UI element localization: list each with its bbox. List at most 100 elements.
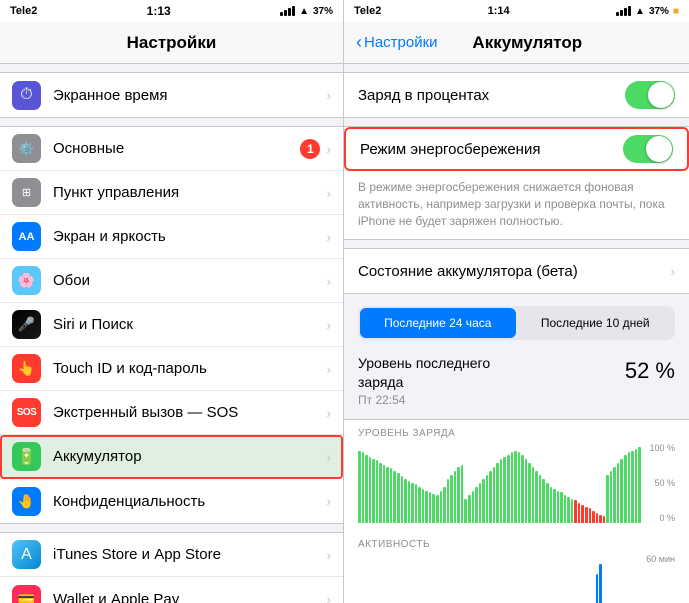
item-general[interactable]: ⚙️ Основные 1 › <box>0 127 343 171</box>
segment-10d[interactable]: Последние 10 дней <box>518 308 674 338</box>
battery-bar <box>457 467 460 523</box>
battery-bar <box>525 459 528 523</box>
wallpaper-label: Обои <box>53 272 326 289</box>
siri-icon: 🎤 <box>12 310 41 339</box>
battery-bar <box>443 487 446 523</box>
battery-label: Аккумулятор <box>53 448 326 465</box>
battery-bar <box>631 451 634 523</box>
toggle-thumb-energy <box>646 136 672 162</box>
settings-list: ⏱ Экранное время › ⚙️ Основные 1 › ⊞ Пун… <box>0 64 343 603</box>
last-charge-value: 52 % <box>625 358 675 384</box>
chevron-cc: › <box>326 185 331 201</box>
general-icon: ⚙️ <box>12 134 41 163</box>
battery-bar <box>454 471 457 523</box>
y-label-50: 50 % <box>643 478 675 488</box>
chevron-privacy: › <box>326 493 331 509</box>
segment-control: Последние 24 часа Последние 10 дней <box>358 306 675 340</box>
battery-bar <box>500 459 503 523</box>
signal-icon <box>280 6 295 16</box>
battery-bar <box>475 487 478 523</box>
battery-bar <box>514 451 517 523</box>
battery-bar <box>479 483 482 523</box>
wallet-icon: 💳 <box>12 585 41 603</box>
battery-bar <box>440 491 443 523</box>
chevron-itunes: › <box>326 547 331 563</box>
section-screen-time: ⏱ Экранное время › <box>0 72 343 118</box>
item-touch-id[interactable]: 👆 Touch ID и код-пароль › <box>0 347 343 391</box>
energy-saving-toggle[interactable] <box>623 135 673 163</box>
battery-bar <box>401 476 404 522</box>
privacy-label: Конфиденциальность <box>53 493 326 510</box>
chevron-display: › <box>326 229 331 245</box>
chevron-siri: › <box>326 317 331 333</box>
battery-bar <box>397 473 400 523</box>
item-sos[interactable]: SOS Экстренный вызов — SOS › <box>0 391 343 435</box>
battery-bars <box>358 443 675 523</box>
last-charge-info: Уровень последнегозаряда Пт 22:54 52 % <box>344 348 689 410</box>
battery-bar <box>521 455 524 523</box>
screen-time-icon: ⏱ <box>12 81 41 110</box>
battery-bar <box>518 452 521 522</box>
item-itunes[interactable]: A iTunes Store и App Store › <box>0 533 343 577</box>
time-left: 1:13 <box>147 4 171 18</box>
energy-description: В режиме энергосбережения снижается фоно… <box>344 171 689 239</box>
battery-state-row[interactable]: Состояние аккумулятора (бета) › <box>344 249 689 293</box>
item-screen-time[interactable]: ⏱ Экранное время › <box>0 73 343 117</box>
item-wallpaper[interactable]: 🌸 Обои › <box>0 259 343 303</box>
segment-24h[interactable]: Последние 24 часа <box>360 308 516 338</box>
battery-bar <box>511 452 514 522</box>
battery-bar <box>493 467 496 523</box>
item-battery[interactable]: 🔋 Аккумулятор › <box>0 435 343 479</box>
carrier-right: Tele2 <box>354 5 381 17</box>
battery-bar <box>379 463 382 523</box>
battery-bar <box>535 471 538 523</box>
charge-percent-label: Заряд в процентах <box>358 87 625 104</box>
activity-chart-section: АКТИВНОСТЬ 60 мин <box>344 531 689 603</box>
back-button[interactable]: ‹ Настройки <box>356 33 438 53</box>
battery-bar <box>599 515 602 523</box>
wifi-icon: ▲ <box>299 6 309 17</box>
battery-bar <box>567 497 570 523</box>
battery-bar <box>606 475 609 523</box>
battery-bar <box>592 511 595 523</box>
battery-bar <box>542 479 545 523</box>
battery-bar <box>489 471 492 523</box>
battery-chart-section: УРОВЕНЬ ЗАРЯДА 100 % 50 % 0 % <box>344 419 689 531</box>
right-panel: Tele2 1:14 ▲ 37% ■ ‹ Настройки Аккумулят… <box>344 0 689 603</box>
sos-icon: SOS <box>12 398 41 427</box>
itunes-icon: A <box>12 540 41 569</box>
energy-section: Режим энергосбережения В режиме энергосб… <box>344 126 689 240</box>
battery-bar <box>425 491 428 523</box>
nav-header-left: Настройки <box>0 22 343 64</box>
item-siri[interactable]: 🎤 Siri и Поиск › <box>0 303 343 347</box>
chevron-sos: › <box>326 405 331 421</box>
battery-bar <box>610 471 613 523</box>
activity-y-label: 60 мин <box>643 554 675 603</box>
battery-bar <box>429 492 432 522</box>
item-display[interactable]: AA Экран и яркость › <box>0 215 343 259</box>
battery-bar <box>624 455 627 523</box>
battery-chart: 100 % 50 % 0 % <box>358 443 675 523</box>
battery-bar <box>404 479 407 523</box>
battery-chart-title: УРОВЕНЬ ЗАРЯДА <box>358 428 675 439</box>
section-stores: A iTunes Store и App Store › 💳 Wallet и … <box>0 532 343 603</box>
activity-bars <box>358 554 675 603</box>
battery-bar <box>571 499 574 523</box>
battery-bar <box>496 463 499 523</box>
battery-bar <box>574 500 577 522</box>
battery-right: 37% <box>649 6 669 17</box>
item-wallet[interactable]: 💳 Wallet и Apple Pay › <box>0 577 343 603</box>
activity-bar <box>599 564 602 603</box>
chevron-general: › <box>326 141 331 157</box>
item-privacy[interactable]: 🤚 Конфиденциальность › <box>0 479 343 523</box>
chevron-wallpaper: › <box>326 273 331 289</box>
privacy-icon: 🤚 <box>12 487 41 516</box>
battery-bar <box>436 495 439 523</box>
item-control-center[interactable]: ⊞ Пункт управления › <box>0 171 343 215</box>
left-panel: Tele2 1:13 ▲ 37% Настройки ⏱ Экранное вр… <box>0 0 344 603</box>
siri-label: Siri и Поиск <box>53 316 326 333</box>
battery-bar <box>365 455 368 523</box>
battery-bar <box>557 491 560 523</box>
battery-bar <box>620 459 623 523</box>
charge-percent-toggle[interactable] <box>625 81 675 109</box>
